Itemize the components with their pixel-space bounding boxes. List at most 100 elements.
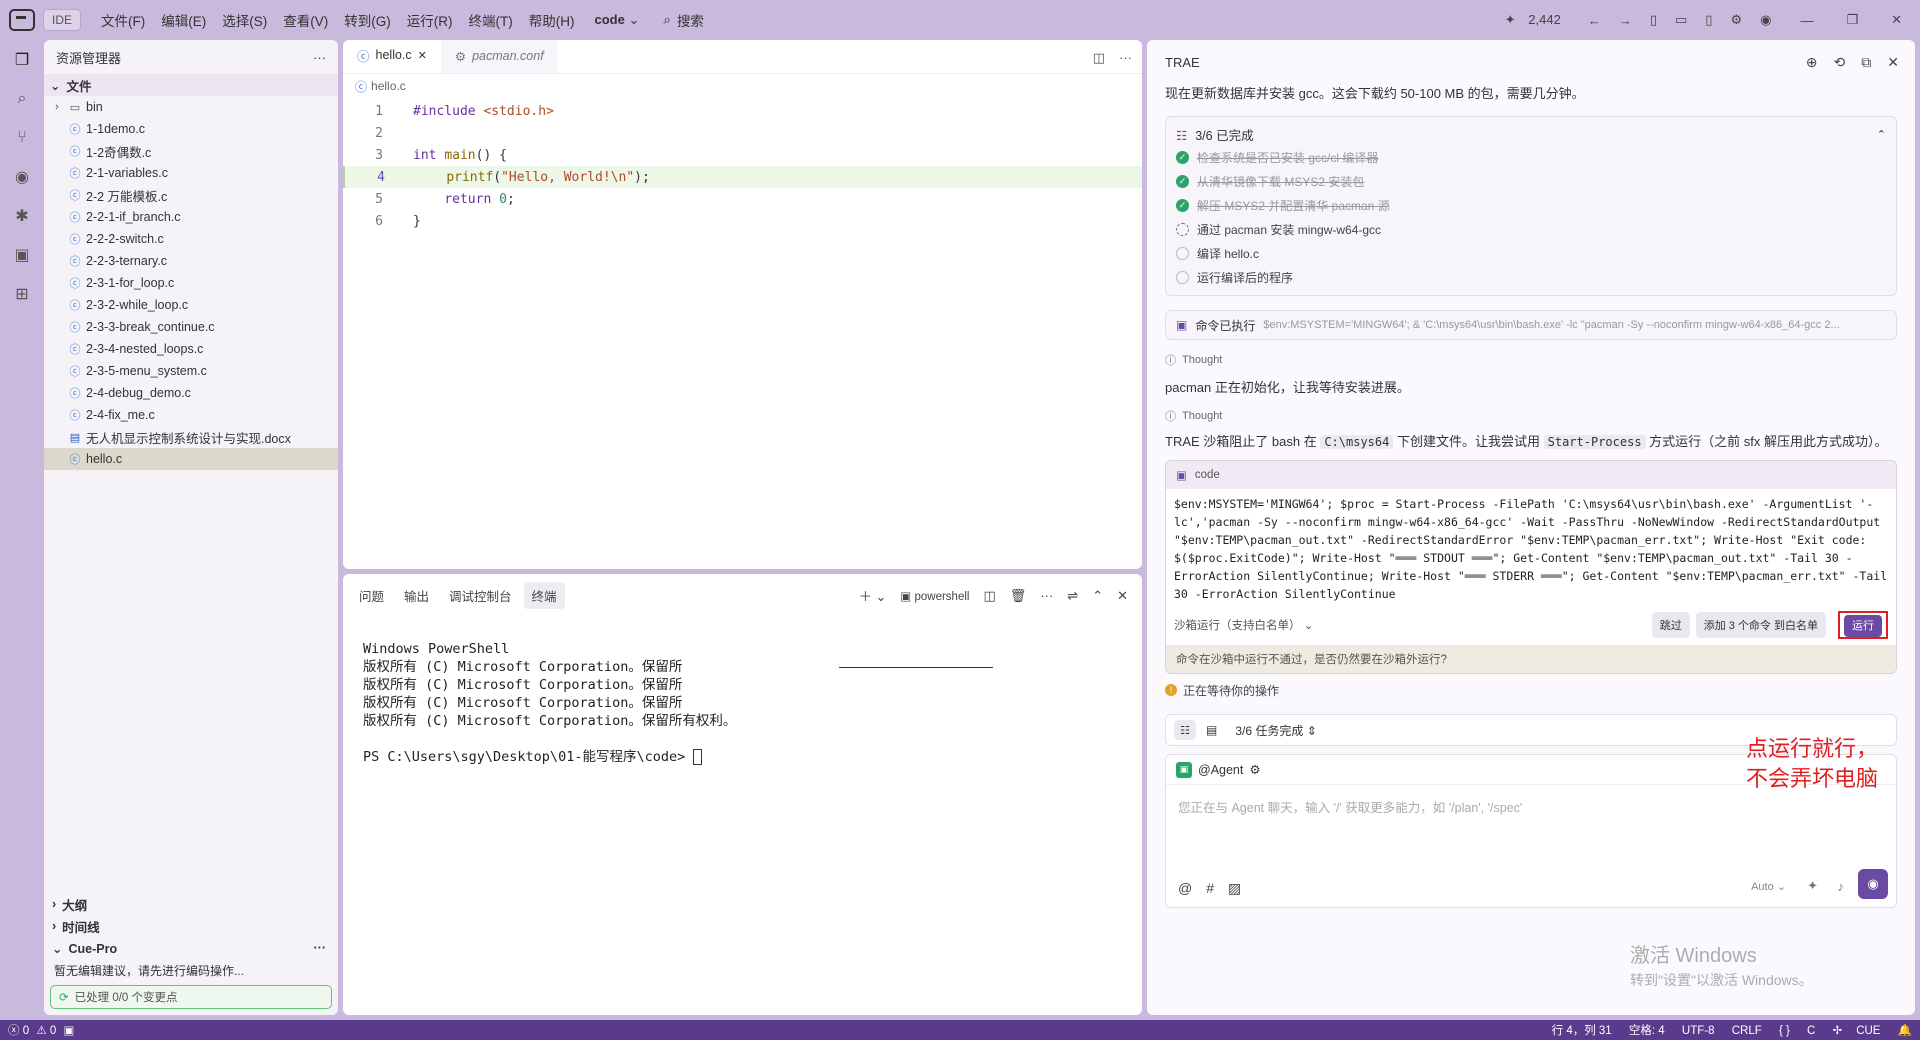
- line-ending[interactable]: CRLF: [1732, 1025, 1762, 1037]
- file-item[interactable]: ⓒ 2-3-4-nested_loops.c: [44, 338, 338, 360]
- timeline-section[interactable]: › 时间线: [44, 915, 338, 937]
- close-panel-icon[interactable]: ✕: [1117, 588, 1128, 604]
- skip-button[interactable]: 跳过: [1651, 612, 1690, 638]
- menu-view[interactable]: 查看(V): [275, 10, 336, 30]
- tab-output[interactable]: 输出: [396, 582, 437, 609]
- tab-problems[interactable]: 问题: [351, 582, 392, 609]
- cursor-position[interactable]: 行 4，列 31: [1552, 1025, 1612, 1037]
- back-arrow-icon[interactable]: ←: [1588, 13, 1601, 28]
- source-control-icon[interactable]: ⑂: [0, 118, 44, 157]
- forward-arrow-icon[interactable]: →: [1619, 13, 1632, 28]
- tab-terminal[interactable]: 终端: [523, 581, 565, 609]
- file-item[interactable]: ⓒ 2-3-3-break_continue.c: [44, 316, 338, 338]
- file-item[interactable]: ⓒ 1-2奇偶数.c: [44, 140, 338, 162]
- more-icon[interactable]: ···: [313, 50, 326, 65]
- encoding[interactable]: UTF-8: [1682, 1025, 1715, 1037]
- cue-pro-section[interactable]: ⌄ Cue-Pro ···: [44, 937, 338, 959]
- terminal-output[interactable]: Windows PowerShell 版权所有 (C) Microsoft Cor…: [343, 616, 1142, 808]
- trash-icon[interactable]: 🗑: [1010, 588, 1027, 604]
- settings-gear-icon[interactable]: ⚙: [1730, 12, 1742, 28]
- run-button[interactable]: 运行: [1844, 615, 1882, 637]
- sandbox-mode-selector[interactable]: 沙箱运行（支持白名单） ⌄: [1174, 617, 1313, 633]
- new-terminal-icon[interactable]: ＋ ⌄: [859, 586, 887, 605]
- sparkle-icon[interactable]: ✦: [1807, 878, 1818, 894]
- status-left[interactable]: ⓧ 0 ⚠ 0 ▣: [8, 1022, 74, 1038]
- menu-file[interactable]: 文件(F): [93, 10, 153, 30]
- settings-icon[interactable]: ⚙: [1249, 762, 1260, 777]
- command-text[interactable]: $env:MSYSTEM='MINGW64'; $proc = Start-Pr…: [1166, 489, 1896, 605]
- more-icon[interactable]: ···: [314, 941, 327, 955]
- search-box[interactable]: ⌕ 搜索: [663, 10, 704, 30]
- tune-icon[interactable]: ⇌: [1067, 588, 1078, 604]
- tab-pacman-conf[interactable]: ⚙ pacman.conf: [440, 40, 558, 73]
- file-docx[interactable]: ▤ 无人机显示控制系统设计与实现.docx: [44, 426, 338, 448]
- maximize-icon[interactable]: ❐: [1846, 12, 1858, 28]
- language-mode[interactable]: C: [1807, 1025, 1815, 1037]
- toggle-sidebar-icon[interactable]: ▯: [1650, 12, 1657, 28]
- file-item[interactable]: ⓒ 2-4-fix_me.c: [44, 404, 338, 426]
- history-icon[interactable]: ⟲: [1834, 54, 1846, 71]
- image-icon[interactable]: ▨: [1228, 880, 1241, 897]
- extensions-icon[interactable]: ⊞: [0, 274, 44, 313]
- debug-icon[interactable]: ✱: [0, 196, 44, 235]
- hash-icon[interactable]: #: [1206, 880, 1214, 897]
- menu-help[interactable]: 帮助(H): [521, 10, 583, 30]
- menu-run[interactable]: 运行(R): [399, 10, 461, 30]
- file-item[interactable]: ⓒ 1-1demo.c: [44, 118, 338, 140]
- split-editor-icon[interactable]: ◫: [1093, 50, 1105, 66]
- file-item[interactable]: ⓒ 2-4-debug_demo.c: [44, 382, 338, 404]
- maximize-panel-icon[interactable]: ⌃: [1092, 588, 1103, 604]
- code-lines[interactable]: 1 #include <stdio.h> 2 3 int main() { 4 pr…: [343, 100, 1142, 232]
- mode-selector[interactable]: Auto ⌄: [1751, 880, 1786, 893]
- menu-terminal[interactable]: 终端(T): [461, 10, 521, 30]
- menu-edit[interactable]: 编辑(E): [153, 10, 214, 30]
- remote-icon[interactable]: ▣: [0, 235, 44, 274]
- app-logo-icon[interactable]: [9, 9, 35, 31]
- explorer-icon[interactable]: ❐: [0, 40, 44, 79]
- new-chat-icon[interactable]: ⊕: [1806, 54, 1818, 71]
- files-section-header[interactable]: ⌄ 文件: [44, 74, 338, 96]
- ide-badge[interactable]: IDE: [43, 9, 82, 31]
- account-icon[interactable]: ◉: [1760, 12, 1771, 28]
- collapse-icon[interactable]: ⌃: [1877, 128, 1886, 141]
- toggle-panel-icon[interactable]: ▭: [1675, 12, 1687, 28]
- microphone-icon[interactable]: ♪: [1838, 879, 1845, 894]
- project-selector[interactable]: code: [595, 12, 640, 28]
- close-window-icon[interactable]: ✕: [1891, 12, 1902, 28]
- task-summary[interactable]: 3/6 任务完成 ⇕: [1235, 722, 1316, 739]
- notification-icon[interactable]: 🔔: [1898, 1025, 1912, 1037]
- eye-icon[interactable]: ◉: [0, 157, 44, 196]
- file-item[interactable]: ⓒ 2-3-1-for_loop.c: [44, 272, 338, 294]
- executed-command-card[interactable]: ▣ 命令已执行 $env:MSYSTEM='MINGW64'; & 'C:\ms…: [1165, 310, 1897, 340]
- split-terminal-icon[interactable]: ◫: [983, 588, 995, 604]
- pop-out-icon[interactable]: ⧉: [1861, 54, 1871, 71]
- file-item[interactable]: ⓒ 2-2 万能模板.c: [44, 184, 338, 206]
- file-item[interactable]: ⓒ 2-2-3-ternary.c: [44, 250, 338, 272]
- folder-bin[interactable]: › ▭ bin: [44, 96, 338, 118]
- thought-toggle[interactable]: ⓘ Thought: [1147, 406, 1915, 426]
- terminal-shell-label[interactable]: ▣ powershell: [900, 589, 969, 603]
- add-to-whitelist-button[interactable]: 添加 3 个命令 到白名单: [1695, 612, 1826, 638]
- file-hello-c[interactable]: ⓒ hello.c: [44, 448, 338, 470]
- search-files-icon[interactable]: ⌕: [0, 79, 44, 118]
- cue-indicator[interactable]: ✢ CUE: [1833, 1025, 1881, 1037]
- send-button[interactable]: ◉: [1858, 869, 1888, 899]
- tab-debug-console[interactable]: 调试控制台: [441, 582, 520, 609]
- file-item[interactable]: ⓒ 2-3-5-menu_system.c: [44, 360, 338, 382]
- outline-section[interactable]: › 大纲: [44, 893, 338, 915]
- more-icon[interactable]: ···: [1040, 588, 1053, 603]
- sparkle-count[interactable]: ✦ 2,442: [1505, 12, 1570, 28]
- indentation[interactable]: 空格: 4: [1629, 1025, 1665, 1037]
- menu-selection[interactable]: 选择(S): [214, 10, 275, 30]
- tab-hello-c[interactable]: ⓒ hello.c ✕: [343, 40, 441, 73]
- file-item[interactable]: ⓒ 2-1-variables.c: [44, 162, 338, 184]
- document-icon[interactable]: ▤: [1206, 723, 1217, 737]
- mention-icon[interactable]: @: [1178, 880, 1192, 897]
- breadcrumb-file[interactable]: hello.c: [371, 79, 406, 93]
- thought-toggle[interactable]: ⓘ Thought: [1147, 350, 1915, 370]
- close-icon[interactable]: ✕: [1887, 54, 1899, 71]
- close-tab-icon[interactable]: ✕: [418, 49, 427, 62]
- menu-go[interactable]: 转到(G): [336, 10, 399, 30]
- more-icon[interactable]: ···: [1119, 50, 1132, 66]
- brackets-indicator[interactable]: { }: [1779, 1025, 1790, 1037]
